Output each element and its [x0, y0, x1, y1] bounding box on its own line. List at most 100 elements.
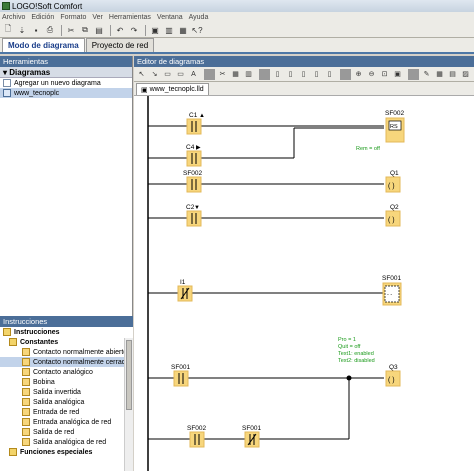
upload-icon[interactable]: ▥ [163, 24, 175, 36]
error-icon[interactable]: ▨ [460, 69, 471, 80]
coil-q2[interactable]: ( ) Q2 [385, 204, 401, 227]
coil-label: Q3 [389, 364, 398, 371]
tree-item[interactable]: Contacto normalmente abierto [0, 347, 133, 357]
editor-header: Editor de diagramas [134, 56, 474, 67]
diagram-item-www-tecnoplc[interactable]: www_tecnoplc [0, 88, 132, 98]
tree-root-label: Instrucciones [14, 328, 60, 336]
connect-icon[interactable]: ↘ [149, 69, 160, 80]
simulation-icon[interactable]: ▦ [230, 69, 241, 80]
menu-ayuda[interactable]: Ayuda [189, 14, 209, 21]
ladder-canvas[interactable]: C1 ▲ C4 ▶ SF002 C2 ▼ I1 SF001 SF002 SF00… [134, 96, 474, 471]
window-icon[interactable]: ▣ [149, 24, 161, 36]
block-label: SF001 [382, 275, 402, 282]
tree-item[interactable]: Contacto analógico [0, 367, 133, 377]
tree-item[interactable]: Salida analógica [0, 397, 133, 407]
network-output-icon [22, 428, 30, 436]
contact-label: SF002 [187, 425, 207, 432]
menu-herramientas[interactable]: Herramientas [109, 14, 151, 21]
text-icon[interactable]: A [188, 69, 199, 80]
grid-icon[interactable]: ▦ [434, 69, 445, 80]
show-params-icon[interactable]: ▤ [447, 69, 458, 80]
constant-icon[interactable]: ▭ [162, 69, 173, 80]
instructions-scrollbar[interactable] [124, 338, 133, 471]
contact-c1[interactable]: C1 ▲ [186, 112, 205, 135]
tree-node-constantes[interactable]: Constantes [0, 337, 133, 347]
undo-icon[interactable]: ↶ [114, 24, 126, 36]
tree-node-funciones-especiales[interactable]: Funciones especiales [0, 447, 133, 457]
menu-formato[interactable]: Formato [60, 14, 86, 21]
add-diagram-item[interactable]: Agregar un nuevo diagrama [0, 78, 132, 88]
print-icon[interactable]: ⎙ [44, 24, 56, 36]
tree-item-label: Salida analógica [33, 398, 85, 406]
tab-network-project[interactable]: Proyecto de red [85, 38, 155, 52]
paste-icon[interactable]: ▤ [93, 24, 105, 36]
contact-sf001[interactable]: SF001 [171, 364, 191, 387]
zoom-in-icon[interactable]: ⊕ [353, 69, 364, 80]
menu-edicion[interactable]: Edición [31, 14, 54, 21]
help-pointer-icon[interactable]: ↖? [191, 24, 203, 36]
toolbar-separator [408, 68, 419, 80]
toolbar-separator [61, 24, 62, 36]
contact-sf001-nc[interactable]: SF001 [242, 425, 262, 448]
color-icon[interactable]: ✎ [421, 69, 432, 80]
diagrams-empty-area [0, 98, 132, 334]
zoom-fit-icon[interactable]: ⊡ [379, 69, 390, 80]
toolbar-separator [145, 24, 146, 36]
align-top-icon[interactable]: ▯ [311, 69, 322, 80]
contact-i1-nc[interactable]: I1 [177, 279, 193, 302]
menu-archivo[interactable]: Archivo [2, 14, 25, 21]
diagram-editor: Editor de diagramas ↖ ↘ ▭ ▭ A ✂ ▦ ▥ ▯ ▯ … [134, 56, 474, 471]
cut-wire-icon[interactable]: ✂ [217, 69, 228, 80]
contact-sf002-b[interactable]: SF002 [187, 425, 207, 448]
coil-label: Q2 [390, 204, 399, 211]
inverted-output-icon [22, 388, 30, 396]
open-icon[interactable]: ⇣ [16, 24, 28, 36]
block-param: Pro = 1 [338, 337, 356, 343]
tree-item[interactable]: Salida invertida [0, 387, 133, 397]
tree-item[interactable]: Salida de red [0, 427, 133, 437]
coil-q3[interactable]: ( ) Q3 [385, 364, 401, 387]
editor-toolbar: ↖ ↘ ▭ ▭ A ✂ ▦ ▥ ▯ ▯ ▯ ▯ ▯ ⊕ ⊖ ⊡ ▣ ✎ ▦ ▤ … [134, 67, 474, 82]
block-sf002-rs[interactable]: RS SF002 Rem = off [356, 110, 405, 152]
download-icon[interactable]: ▦ [177, 24, 189, 36]
tree-node-label: Funciones especiales [20, 448, 93, 456]
save-icon[interactable]: ▪ [30, 24, 42, 36]
tree-item[interactable]: Bobina [0, 377, 133, 387]
align-bottom-icon[interactable]: ▯ [324, 69, 335, 80]
tab-diagram-mode[interactable]: Modo de diagrama [2, 38, 85, 52]
menu-ventana[interactable]: Ventana [157, 14, 183, 21]
contact-c4[interactable]: C4 ▶ [186, 144, 202, 167]
function-icon[interactable]: ▭ [175, 69, 186, 80]
align-left-icon[interactable]: ▯ [272, 69, 283, 80]
cut-icon[interactable]: ✂ [65, 24, 77, 36]
tree-item[interactable]: Entrada analógica de red [0, 417, 133, 427]
ladder-diagram: C1 ▲ C4 ▶ SF002 C2 ▼ I1 SF001 SF002 SF00… [147, 96, 405, 471]
tree-root-instrucciones[interactable]: Instrucciones [0, 327, 133, 337]
online-test-icon[interactable]: ▥ [243, 69, 254, 80]
add-diagram-label: Agregar un nuevo diagrama [14, 79, 101, 87]
align-center-icon[interactable]: ▯ [285, 69, 296, 80]
new-file-icon[interactable]: 🗋 [2, 24, 14, 36]
tree-item[interactable]: Contacto normalmente cerrado [0, 357, 133, 367]
coil-q1[interactable]: ( ) Q1 [385, 170, 401, 193]
toolbar-separator [110, 24, 111, 36]
zoom-out-icon[interactable]: ⊖ [366, 69, 377, 80]
zoom-page-icon[interactable]: ▣ [392, 69, 403, 80]
tree-item[interactable]: Entrada de red [0, 407, 133, 417]
copy-icon[interactable]: ⧉ [79, 24, 91, 36]
menu-ver[interactable]: Ver [92, 14, 103, 21]
redo-icon[interactable]: ↷ [128, 24, 140, 36]
analog-contact-icon [22, 368, 30, 376]
select-icon[interactable]: ↖ [136, 69, 147, 80]
tree-item[interactable]: Salida analógica de red [0, 437, 133, 447]
block-sf001[interactable]: - - SF001 Pro = 1 Quit = off Text1: enab… [338, 275, 402, 364]
align-right-icon[interactable]: ▯ [298, 69, 309, 80]
diagrams-section-title[interactable]: ▾ Diagramas [0, 67, 132, 78]
contact-c2[interactable]: C2 ▼ [186, 204, 202, 227]
document-tab[interactable]: ▣ www_tecnoplc.lld [136, 83, 209, 95]
coil-symbol: ( ) [388, 217, 395, 224]
scrollbar-thumb[interactable] [126, 340, 132, 410]
analog-output-icon [22, 398, 30, 406]
contact-sf002[interactable]: SF002 [183, 170, 203, 193]
contact-label: SF002 [183, 170, 203, 177]
